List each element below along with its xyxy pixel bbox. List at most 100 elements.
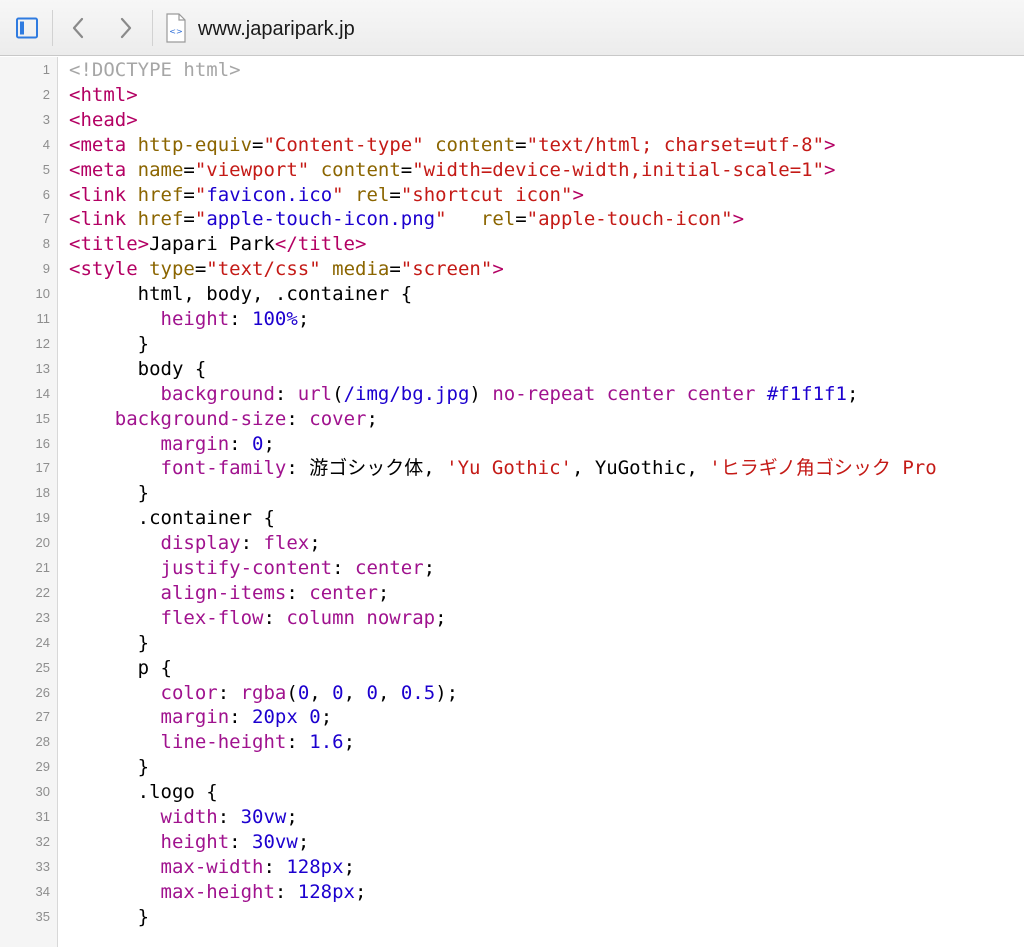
code-text: }	[69, 331, 149, 357]
code-token-plain: ;	[343, 731, 356, 754]
code-text: <html>	[69, 82, 138, 108]
line-number: 33	[35, 858, 50, 874]
code-token-plain: :	[274, 880, 298, 903]
code-token-string: "width=device-width,initial-scale=1"	[412, 158, 825, 181]
source-line: 25 p {	[0, 655, 1024, 681]
code-text: <title>Japari Park</title>	[69, 231, 366, 257]
address-bar-url[interactable]: www.japaripark.jp	[198, 16, 355, 42]
source-line: 24 }	[0, 630, 1024, 656]
code-token-plain: :	[217, 806, 241, 828]
code-text: <!DOCTYPE html>	[69, 57, 241, 83]
code-token-number: 20px	[252, 706, 298, 729]
code-token-string: "Content-type"	[263, 133, 424, 156]
line-number: 8	[42, 236, 50, 252]
code-token-plain: ;	[435, 606, 447, 629]
line-number: 24	[35, 634, 50, 650]
code-token-attr: type	[149, 258, 195, 281]
code-token-number: 0.5	[400, 681, 436, 704]
code-token-plain: :	[274, 382, 298, 405]
code-token-tag: >	[732, 208, 745, 231]
source-line: 28 line-height: 1.6;	[0, 729, 1024, 755]
code-token-value_keyword: rgba	[240, 681, 287, 704]
code-token-property: background	[160, 382, 275, 405]
code-token-attr: name	[137, 158, 184, 181]
line-number: 7	[42, 211, 50, 227]
line-number: 19	[35, 510, 50, 526]
code-token-number: 0	[297, 681, 310, 704]
source-line: 4 <meta http-equiv="Content-type" content…	[0, 132, 1024, 158]
code-token-plain: html, body, .container {	[69, 283, 413, 306]
code-token-plain: =	[515, 208, 527, 231]
line-number: 16	[35, 435, 50, 451]
code-token-tag: <head>	[69, 108, 138, 131]
code-token-tag: <html>	[69, 83, 138, 106]
source-line: 34 max-height: 128px;	[0, 879, 1024, 905]
code-text: }	[69, 480, 149, 506]
line-number: 9	[42, 261, 50, 277]
code-token-tag: <title>	[69, 233, 150, 256]
code-token-plain: :	[240, 532, 264, 555]
source-line: 19 .container {	[0, 505, 1024, 531]
line-number: 3	[42, 111, 50, 127]
code-token-number: 128px	[297, 880, 355, 903]
source-line: 18 }	[0, 480, 1024, 506]
line-number: 10	[35, 286, 50, 302]
code-token-plain: }	[69, 756, 150, 779]
line-number: 12	[35, 335, 50, 351]
source-line: 13 body {	[0, 356, 1024, 382]
source-line: 10 html, body, .container {	[0, 281, 1024, 307]
forward-button[interactable]	[112, 12, 140, 44]
code-token-attr: media	[332, 258, 390, 281]
code-token-tag: </title>	[274, 233, 367, 256]
code-token-plain: .container {	[69, 507, 275, 530]
code-token-tag: <meta	[69, 158, 138, 181]
source-line: 26 color: rgba(0, 0, 0, 0.5);	[0, 680, 1024, 706]
code-token-plain: : 游ゴシック体,	[286, 457, 447, 480]
code-token-tag: <meta	[69, 133, 138, 156]
line-number: 31	[35, 809, 50, 824]
code-token-plain: )	[469, 382, 493, 405]
source-line: 3 <head>	[0, 107, 1024, 133]
code-token-plain: =	[183, 183, 195, 206]
code-token-property: line-height	[160, 731, 287, 754]
code-token-number: 100%	[252, 308, 298, 330]
code-token-plain: :	[229, 706, 253, 729]
code-token-property: margin	[160, 432, 230, 455]
source-line: 23 flex-flow: column nowrap;	[0, 605, 1024, 631]
code-token-plain: ;	[297, 830, 310, 853]
line-number: 25	[35, 659, 50, 675]
code-text: background-size: cover;	[69, 406, 378, 432]
code-token-string: "	[194, 208, 207, 231]
code-token-doctype: <!DOCTYPE html>	[69, 59, 241, 81]
code-token-number: 0	[309, 706, 321, 729]
source-line: 7 <link href="apple-touch-icon.png" rel="…	[0, 206, 1024, 232]
line-number: 35	[35, 908, 50, 924]
source-line: 14 background: url(/img/bg.jpg) no-repea…	[0, 381, 1024, 407]
code-token-string: "	[332, 183, 344, 206]
code-text: <link href="apple-touch-icon.png" rel="a…	[69, 206, 744, 232]
back-button[interactable]	[64, 12, 92, 44]
browser-toolbar: <> www.japaripark.jp	[0, 0, 1024, 56]
code-token-plain: ,	[343, 681, 367, 704]
line-number: 5	[42, 161, 50, 177]
code-text: <link href="favicon.ico" rel="shortcut i…	[69, 182, 584, 208]
code-token-property: font-family	[160, 457, 287, 480]
code-token-value_keyword: cover	[309, 407, 367, 430]
code-token-plain: );	[435, 681, 459, 704]
line-number: 17	[35, 460, 50, 476]
code-token-string: 'Yu Gothic'	[446, 457, 572, 480]
code-token-plain: =	[252, 133, 264, 156]
source-line: 8 <title>Japari Park</title>	[0, 231, 1024, 257]
code-token-property: height	[160, 830, 230, 853]
sidebar-toggle-button[interactable]	[12, 12, 42, 44]
line-number: 29	[35, 759, 50, 775]
code-text: <meta http-equiv="Content-type" content=…	[69, 132, 836, 158]
